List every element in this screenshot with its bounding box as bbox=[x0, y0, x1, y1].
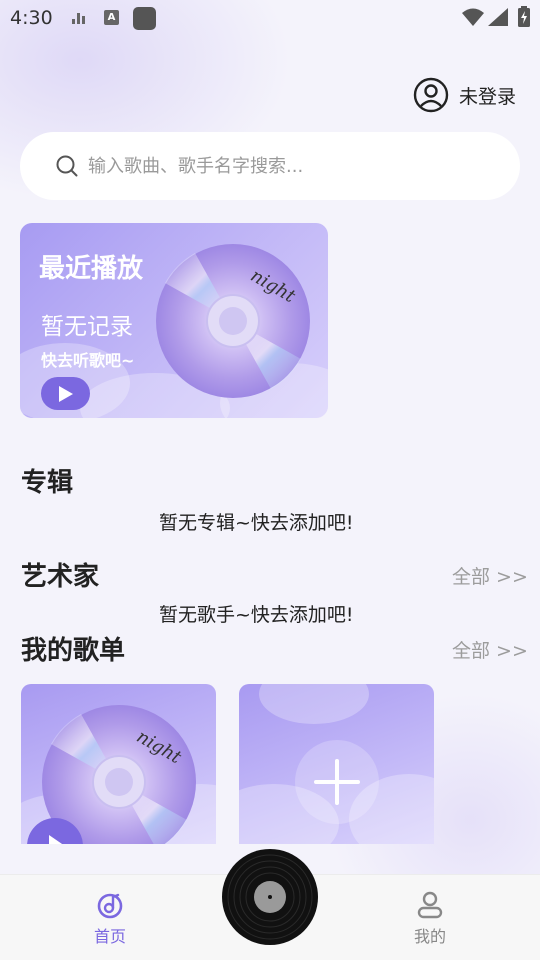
playlist-card[interactable]: night bbox=[21, 684, 216, 844]
recent-title: 最近播放 bbox=[39, 254, 144, 284]
search-bar[interactable] bbox=[20, 132, 520, 200]
playlists-more-link[interactable]: 全部 >> bbox=[452, 636, 528, 663]
nav-label-profile: 我的 bbox=[413, 927, 446, 946]
wifi-icon bbox=[462, 8, 484, 26]
recent-play-button[interactable] bbox=[41, 377, 90, 410]
nav-item-home[interactable]: 首页 bbox=[50, 875, 170, 960]
a-icon: A bbox=[104, 10, 119, 25]
search-icon bbox=[56, 155, 78, 177]
artists-more-link[interactable]: 全部 >> bbox=[452, 562, 528, 589]
recent-tip: 快去听歌吧~ bbox=[41, 351, 135, 370]
albums-title: 专辑 bbox=[21, 468, 74, 498]
nav-label-home: 首页 bbox=[93, 927, 126, 946]
search-input[interactable] bbox=[88, 155, 488, 177]
artists-title: 艺术家 bbox=[21, 562, 100, 592]
home-music-icon bbox=[97, 893, 123, 919]
albums-empty-text: 暂无专辑~快去添加吧! bbox=[159, 512, 354, 534]
bars-icon bbox=[72, 12, 86, 24]
play-icon bbox=[58, 385, 73, 402]
status-bar: 4:30 A bbox=[0, 0, 540, 38]
recent-play-card[interactable]: night 最近播放 暂无记录 快去听歌吧~ bbox=[20, 223, 328, 418]
login-label: 未登录 bbox=[459, 85, 517, 108]
playlists-title: 我的歌单 bbox=[21, 636, 126, 666]
user-circle-icon bbox=[413, 77, 449, 113]
nav-item-profile[interactable]: 我的 bbox=[370, 875, 490, 960]
vinyl-record-icon bbox=[222, 849, 318, 945]
signal-icon bbox=[488, 8, 508, 26]
recent-empty-text: 暂无记录 bbox=[41, 314, 133, 340]
battery-charging-icon bbox=[518, 6, 530, 27]
cd-disc-image: night bbox=[155, 243, 311, 403]
now-playing-vinyl[interactable] bbox=[221, 848, 319, 950]
app-square-icon bbox=[133, 7, 156, 30]
profile-icon bbox=[417, 891, 443, 919]
plus-icon bbox=[295, 740, 379, 824]
add-playlist-card[interactable] bbox=[239, 684, 434, 844]
status-time: 4:30 bbox=[10, 7, 53, 29]
login-button[interactable]: 未登录 bbox=[413, 77, 516, 113]
artists-empty-text: 暂无歌手~快去添加吧! bbox=[159, 604, 354, 626]
